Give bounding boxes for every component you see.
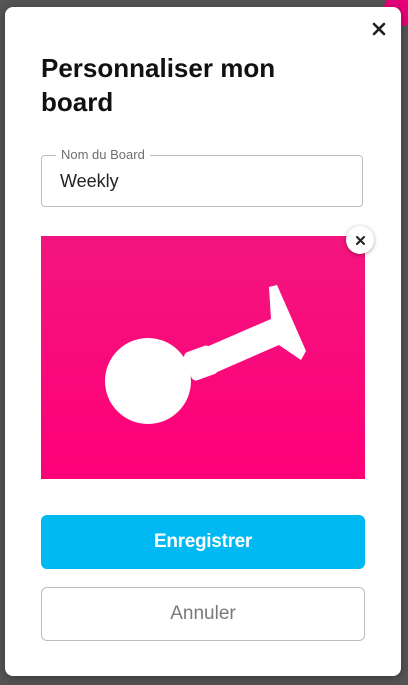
remove-image-button[interactable]	[346, 226, 374, 254]
customize-board-modal: Personnaliser mon board Nom du Board Enr…	[5, 7, 401, 676]
modal-title: Personnaliser mon board	[41, 53, 276, 117]
close-icon	[372, 22, 386, 36]
modal-close-button[interactable]	[369, 19, 389, 39]
close-icon	[355, 235, 365, 245]
horn-icon	[105, 285, 306, 424]
board-name-input[interactable]	[42, 156, 362, 206]
cancel-button[interactable]: Annuler	[41, 587, 365, 641]
board-name-field[interactable]: Nom du Board	[41, 147, 363, 207]
save-button[interactable]: Enregistrer	[41, 515, 365, 569]
board-image[interactable]	[41, 236, 365, 479]
